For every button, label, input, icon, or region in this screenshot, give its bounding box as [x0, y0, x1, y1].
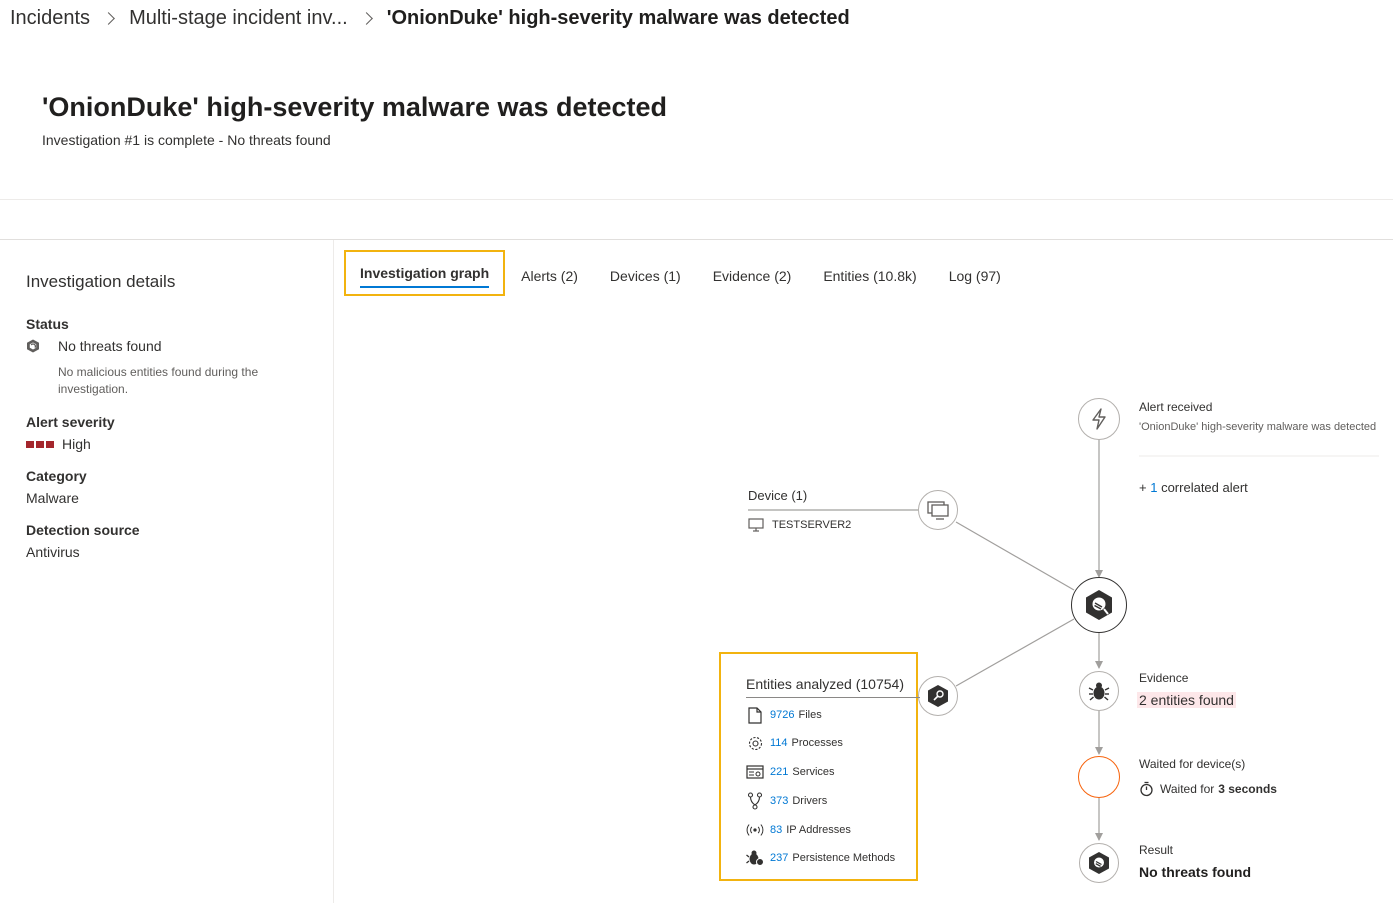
waited-prefix: Waited for: [1160, 782, 1215, 796]
result-node[interactable]: [1079, 843, 1119, 883]
entity-shield-icon: [928, 685, 948, 707]
breadcrumb-incidents[interactable]: Incidents: [10, 7, 90, 30]
alert-received-title: Alert received: [1139, 400, 1213, 414]
entity-row-services[interactable]: 221 Services: [746, 763, 835, 781]
category-value: Malware: [26, 490, 79, 506]
result-shield-icon: [1089, 852, 1109, 874]
page-subtitle: Investigation #1 is complete - No threat…: [42, 132, 331, 148]
status-value-row: No threats found: [26, 338, 316, 354]
entity-row-drivers[interactable]: 373 Drivers: [746, 792, 827, 810]
shield-icon: [27, 339, 39, 353]
tab-evidence[interactable]: Evidence (2): [697, 256, 808, 296]
file-icon: [746, 706, 764, 724]
page-title: 'OnionDuke' high-severity malware was de…: [42, 92, 668, 122]
breadcrumb-incident[interactable]: Multi-stage incident inv...: [129, 7, 348, 30]
tab-alerts[interactable]: Alerts (2): [505, 256, 594, 296]
waiting-node[interactable]: [1078, 756, 1120, 798]
details-heading: Investigation details: [26, 272, 176, 291]
entity-count[interactable]: 83: [770, 824, 782, 836]
entities-analyzed-title: Entities analyzed (10754): [746, 676, 904, 692]
investigation-hub-node[interactable]: [1071, 577, 1127, 633]
tab-investigation-graph[interactable]: Investigation graph: [344, 250, 506, 296]
detection-source-value: Antivirus: [26, 544, 80, 560]
chevron-right-icon: [359, 11, 373, 25]
entity-label: Files: [798, 709, 822, 721]
entity-label: Processes: [791, 737, 843, 749]
evidence-title: Evidence: [1139, 671, 1189, 685]
stopwatch-icon: [1140, 781, 1153, 797]
device-node[interactable]: [918, 490, 958, 530]
device-row[interactable]: TESTSERVER2: [748, 518, 851, 532]
investigation-shield-icon: [1086, 590, 1112, 620]
evidence-value: 2 entities found: [1137, 692, 1236, 708]
investigation-details-panel: Investigation details Status No threats …: [26, 272, 316, 560]
result-value: No threats found: [1139, 864, 1251, 880]
correlated-alert-text: correlated alert: [1161, 480, 1248, 495]
detection-source-label: Detection source: [26, 522, 140, 538]
entity-label: Services: [792, 766, 835, 778]
alert-received-node[interactable]: [1078, 398, 1120, 440]
entities-analyzed-panel: Entities analyzed (10754) 9726 Files 114…: [719, 652, 920, 881]
tab-bar: Investigation graph Alerts (2) Devices (…: [344, 250, 1017, 296]
device-name: TESTSERVER2: [772, 519, 852, 531]
entity-count[interactable]: 373: [770, 795, 788, 807]
breadcrumb-current: 'OnionDuke' high-severity malware was de…: [386, 6, 850, 29]
entity-count[interactable]: 9726: [770, 709, 794, 721]
chevron-right-icon: [102, 11, 115, 25]
status-label: Status: [26, 316, 69, 332]
tab-log[interactable]: Log (97): [933, 256, 1017, 296]
lightning-icon: [1092, 408, 1106, 430]
correlated-alert-row: + 1 correlated alert: [1139, 480, 1248, 495]
waited-value: 3 seconds: [1218, 782, 1277, 796]
monitor-icon: [927, 501, 949, 520]
service-icon: [746, 763, 764, 781]
entities-analyzed-node[interactable]: [918, 676, 958, 716]
gear-icon: [746, 734, 764, 752]
divider: [0, 239, 1393, 240]
monitor-icon: [748, 518, 764, 532]
divider: [746, 697, 920, 698]
entity-count[interactable]: 114: [770, 737, 788, 749]
entity-label: Persistence Methods: [792, 852, 896, 864]
evidence-node[interactable]: [1079, 671, 1119, 711]
driver-icon: [746, 792, 764, 810]
waited-title: Waited for device(s): [1139, 757, 1246, 771]
divider: [333, 240, 334, 903]
status-note: No malicious entities found during the i…: [58, 365, 259, 396]
divider: [0, 199, 1393, 200]
entity-row-processes[interactable]: 114 Processes: [746, 734, 843, 752]
entity-row-files[interactable]: 9726 Files: [746, 706, 822, 724]
severity-label: Alert severity: [26, 414, 115, 430]
severity-bars-icon: [26, 440, 54, 448]
ip-address-icon: [746, 821, 764, 839]
tab-devices[interactable]: Devices (1): [594, 256, 697, 296]
bug-icon: [1088, 682, 1110, 701]
persistence-icon: [746, 849, 764, 867]
device-title: Device (1): [748, 488, 808, 503]
breadcrumb: Incidents Multi-stage incident inv... 'O…: [10, 4, 850, 32]
evidence-value-wrap[interactable]: 2 entities found: [1137, 692, 1236, 708]
status-value: No threats found: [58, 338, 162, 354]
category-label: Category: [26, 468, 87, 484]
alert-received-description[interactable]: 'OnionDuke' high-severity malware was de…: [1139, 421, 1376, 433]
correlated-alert-count[interactable]: 1: [1150, 480, 1157, 495]
severity-value-row: High: [26, 436, 316, 452]
tab-entities[interactable]: Entities (10.8k): [807, 256, 932, 296]
entity-row-ip-addresses[interactable]: 83 IP Addresses: [746, 821, 851, 839]
entity-count[interactable]: 221: [770, 766, 788, 778]
entity-label: Drivers: [792, 795, 828, 807]
plus-icon: +: [1139, 480, 1147, 495]
entity-count[interactable]: 237: [770, 852, 788, 864]
severity-value: High: [62, 436, 91, 452]
entity-row-persistence-methods[interactable]: 237 Persistence Methods: [746, 849, 895, 867]
result-title: Result: [1139, 843, 1174, 857]
entity-label: IP Addresses: [786, 824, 851, 836]
waited-row: Waited for 3 seconds: [1139, 781, 1277, 797]
